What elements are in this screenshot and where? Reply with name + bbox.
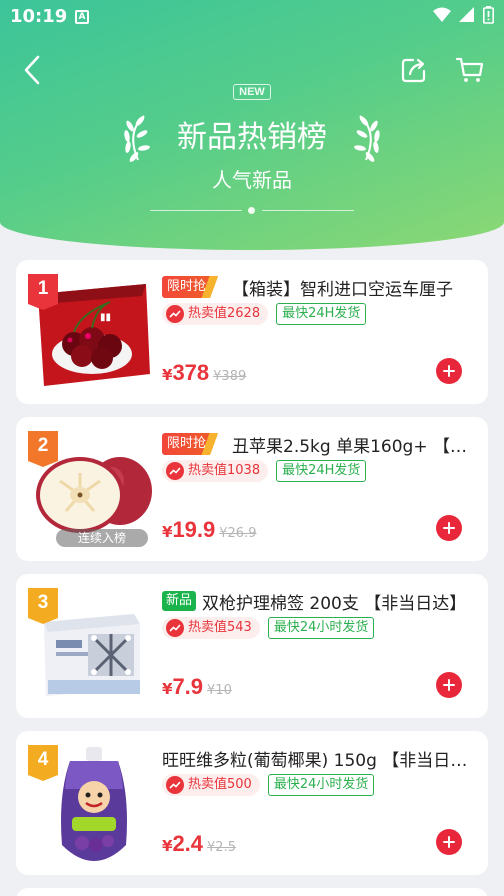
share-icon (401, 58, 426, 83)
product-title-row: 旺旺维多粒(葡萄椰果) 150g 【非当日达】 (162, 745, 478, 771)
price: 7.9 (172, 674, 204, 699)
heat-value-badge: 热卖值500 (162, 774, 260, 796)
svg-text:▮▮: ▮▮ (100, 312, 111, 323)
flash-sale-tag: 限时抢 (162, 276, 227, 298)
battery-icon (483, 6, 494, 24)
product-name[interactable]: 丑苹果2.5kg 单果160g+ 【非当日达】 (232, 432, 478, 457)
product-meta: 热卖值500 最快24小时发货 (162, 773, 375, 797)
product-name[interactable]: 旺旺维多粒(葡萄椰果) 150g 【非当日达】 (162, 746, 478, 771)
product-meta: 热卖值543 最快24小时发货 (162, 616, 375, 640)
heat-value: 热卖值543 (188, 620, 252, 635)
heat-value-badge: 热卖值543 (162, 617, 260, 639)
rank-badge: 1 (28, 274, 58, 310)
chevron-left-icon (24, 55, 40, 85)
add-to-cart-button[interactable] (436, 358, 462, 384)
currency-symbol: ¥ (162, 837, 173, 855)
currency-symbol: ¥ (162, 366, 173, 384)
trend-icon (166, 776, 184, 794)
share-button[interactable] (396, 52, 432, 88)
cart-button[interactable] (452, 52, 488, 88)
price-row: ¥ 378 ¥389 (162, 360, 246, 388)
new-product-tag: 新品 (162, 591, 197, 611)
notification-icon: A (75, 10, 89, 24)
trend-icon (166, 305, 184, 323)
flash-sale-tag: 限时抢 (162, 433, 227, 455)
original-price: ¥2.5 (207, 840, 236, 855)
add-to-cart-button[interactable] (436, 515, 462, 541)
product-card[interactable]: 2 连续入榜 限时抢 丑苹果2.5kg 单果160g+ 【非当日达】 热卖值10… (16, 417, 488, 561)
heat-value: 热卖值1038 (188, 463, 261, 478)
add-to-cart-button[interactable] (436, 829, 462, 855)
product-card-partial[interactable] (16, 888, 488, 896)
rank-badge: 4 (28, 745, 58, 781)
product-meta: 热卖值2628 最快24H发货 (162, 302, 367, 326)
original-price: ¥10 (207, 683, 232, 698)
rank-badge: 3 (28, 588, 58, 624)
divider-dot (248, 207, 255, 214)
status-bar: 10:19 A (0, 0, 504, 34)
shipping-badge: 最快24小时发货 (267, 774, 375, 796)
shipping-badge: 最快24小时发货 (267, 617, 375, 639)
heat-value: 热卖值500 (188, 777, 252, 792)
currency-symbol: ¥ (162, 523, 173, 541)
product-title-row: 限时抢 丑苹果2.5kg 单果160g+ 【非当日达】 (162, 431, 478, 457)
page-subtitle: 人气新品 (212, 168, 292, 192)
original-price: ¥389 (213, 369, 247, 384)
price-row: ¥ 19.9 ¥26.9 (162, 517, 256, 545)
status-icons (433, 6, 494, 24)
trend-icon (166, 462, 184, 480)
new-badge: NEW (233, 84, 271, 100)
signal-icon (459, 7, 474, 22)
streak-badge: 连续入榜 (56, 529, 148, 547)
product-card[interactable]: 4 旺旺维多粒(葡萄椰果) 150g 【非当日达】 热卖值500 最快24小时发… (16, 731, 488, 875)
divider-left (150, 210, 242, 211)
heat-value-badge: 热卖值2628 (162, 303, 269, 325)
page-title: 新品热销榜 (177, 120, 327, 155)
product-name[interactable]: 【箱装】智利进口空运车厘子 (232, 275, 453, 300)
divider-right (262, 210, 354, 211)
product-title-row: 限时抢 【箱装】智利进口空运车厘子 (162, 274, 478, 300)
heat-value: 热卖值2628 (188, 306, 261, 321)
product-card[interactable]: 3 新品 双枪护理棉签 200支 【非当日达】 热卖值543 最快24小时发货 … (16, 574, 488, 718)
price: 378 (172, 360, 210, 385)
price: 19.9 (172, 517, 216, 542)
back-button[interactable] (14, 52, 50, 88)
price-row: ¥ 7.9 ¥10 (162, 674, 232, 702)
price: 2.4 (172, 831, 204, 856)
product-title-row: 新品 双枪护理棉签 200支 【非当日达】 (162, 588, 478, 614)
rank-badge: 2 (28, 431, 58, 467)
cart-icon (455, 57, 484, 82)
price-row: ¥ 2.4 ¥2.5 (162, 831, 236, 859)
wifi-icon (433, 7, 451, 22)
heat-value-badge: 热卖值1038 (162, 460, 269, 482)
shipping-badge: 最快24H发货 (276, 303, 367, 325)
shipping-badge: 最快24H发货 (276, 460, 367, 482)
product-card[interactable]: 1 ▮▮ 限时抢 【箱装】智利进口空运车厘子 热卖值2628 最快24H发货 ¥… (16, 260, 488, 404)
trend-icon (166, 619, 184, 637)
add-to-cart-button[interactable] (436, 672, 462, 698)
product-name[interactable]: 双枪护理棉签 200支 【非当日达】 (202, 589, 466, 614)
original-price: ¥26.9 (219, 526, 257, 541)
currency-symbol: ¥ (162, 680, 173, 698)
status-time: 10:19 (10, 6, 68, 27)
product-meta: 热卖值1038 最快24H发货 (162, 459, 367, 483)
